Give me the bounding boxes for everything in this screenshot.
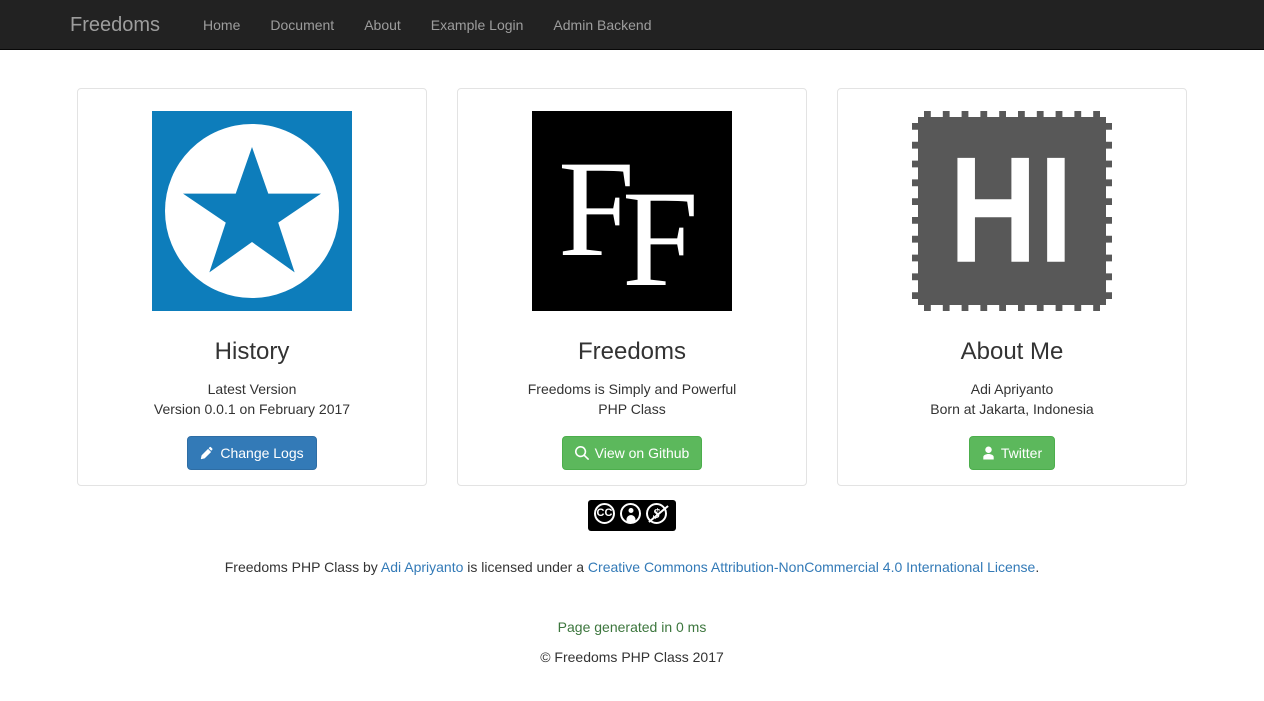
- cc-by-person-icon: [620, 503, 641, 524]
- copyright-text: © Freedoms PHP Class 2017: [540, 649, 724, 665]
- license-prefix-text: Freedoms PHP Class by: [224, 559, 381, 575]
- license-suffix-text: .: [1035, 559, 1040, 575]
- change-logs-button[interactable]: Change Logs: [187, 436, 317, 470]
- search-icon: [574, 446, 589, 460]
- card-text-about-me: Adi Apriyanto Born at Jakarta, Indonesia: [930, 379, 1093, 419]
- cc-badge-glyphs: CC BY $ NC: [590, 502, 674, 539]
- page-footer: CC BY $ NC Freed: [77, 486, 1187, 667]
- cc-nc-caption: NC: [650, 532, 663, 539]
- history-line-1: Latest Version: [207, 381, 297, 397]
- change-logs-button-label: Change Logs: [220, 445, 304, 461]
- navbar-brand[interactable]: Freedoms: [55, 15, 175, 35]
- avatar-letters-hi: HI: [949, 126, 1075, 295]
- twitter-button-label: Twitter: [1000, 445, 1043, 461]
- view-on-github-button-label: View on Github: [594, 445, 690, 461]
- card-title-history: History: [214, 338, 290, 365]
- cards-row: History Latest Version Version 0.0.1 on …: [77, 50, 1187, 486]
- cc-glyph-nc: $ NC: [645, 503, 669, 542]
- card-title-freedoms: Freedoms: [577, 338, 687, 365]
- card-text-history: Latest Version Version 0.0.1 on February…: [154, 379, 350, 419]
- freedoms-line-2: PHP Class: [598, 401, 666, 417]
- about-me-line-1: Adi Apriyanto: [970, 381, 1054, 397]
- card-freedoms: F F Freedoms Freedoms is Simply and Powe…: [457, 88, 807, 486]
- about-me-line-2: Born at Jakarta, Indonesia: [930, 401, 1094, 417]
- cc-nc-dollar-icon: $: [646, 503, 669, 524]
- card-title-about-me: About Me: [960, 338, 1064, 365]
- logo-letter-f-second: F: [622, 162, 699, 311]
- page-generated-status: Page generated in 0 ms: [557, 619, 707, 635]
- top-navbar: Freedoms Home Document About Example Log…: [0, 0, 1264, 50]
- nav-item-about[interactable]: About: [349, 0, 416, 50]
- cc-glyph-cc: CC: [593, 503, 616, 524]
- freedoms-line-1: Freedoms is Simply and Powerful: [527, 381, 737, 397]
- nav-item-document[interactable]: Document: [255, 0, 349, 50]
- cc-glyph-by: BY: [619, 503, 642, 542]
- person-body-shape: [626, 515, 635, 522]
- navbar-links: Home Document About Example Login Admin …: [188, 0, 666, 50]
- license-middle-text: is licensed under a: [463, 559, 588, 575]
- cc-by-caption: BY: [625, 532, 636, 539]
- cc-circle-icon: CC: [594, 503, 615, 524]
- license-author-link[interactable]: Adi Apriyanto: [381, 559, 464, 575]
- license-statement: Freedoms PHP Class by Adi Apriyanto is l…: [77, 557, 1187, 577]
- creative-commons-badge[interactable]: CC BY $ NC: [588, 500, 676, 539]
- view-on-github-button[interactable]: View on Github: [561, 436, 703, 470]
- nav-item-example-login[interactable]: Example Login: [416, 0, 539, 50]
- card-history: History Latest Version Version 0.0.1 on …: [77, 88, 427, 486]
- nav-item-home[interactable]: Home: [188, 0, 255, 50]
- history-star-badge-image: [152, 111, 352, 311]
- history-line-2: Version 0.0.1 on February 2017: [153, 401, 351, 417]
- card-text-freedoms: Freedoms is Simply and Powerful PHP Clas…: [528, 379, 737, 419]
- nav-item-admin-backend[interactable]: Admin Backend: [538, 0, 666, 50]
- person-head-shape: [628, 508, 633, 513]
- about-me-avatar-image: HI: [912, 111, 1112, 311]
- user-icon: [983, 446, 994, 460]
- twitter-button[interactable]: Twitter: [968, 436, 1056, 470]
- pencil-icon: [201, 446, 213, 460]
- main-container: History Latest Version Version 0.0.1 on …: [62, 50, 1202, 667]
- freedoms-logo-image: F F: [532, 111, 732, 311]
- card-about-me: HI About Me Adi Apriyanto Born at Jakart…: [837, 88, 1187, 486]
- license-name-link[interactable]: Creative Commons Attribution-NonCommerci…: [588, 559, 1035, 575]
